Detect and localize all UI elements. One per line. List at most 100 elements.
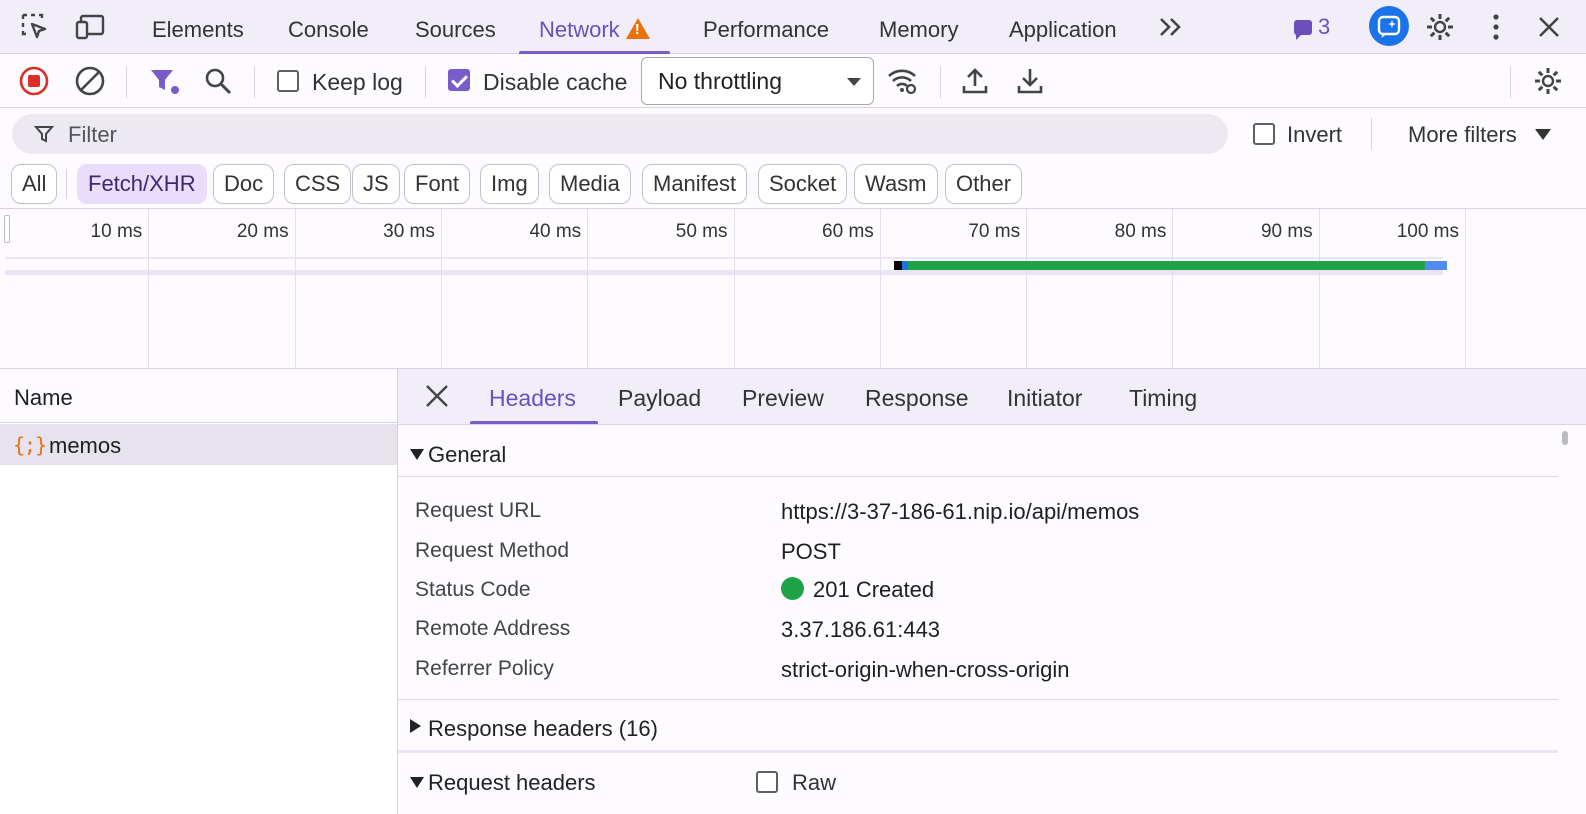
chip-manifest[interactable]: Manifest xyxy=(642,164,748,204)
search-icon[interactable] xyxy=(201,64,235,98)
resource-type-filters: All Fetch/XHR Doc CSS JS Font Img Media … xyxy=(0,161,1586,209)
timeline-tick-label: 50 ms xyxy=(675,221,728,242)
tab-network[interactable]: Network xyxy=(519,0,670,54)
export-har-icon[interactable] xyxy=(1013,64,1047,98)
request-url-value: https://3-37-186-61.nip.io/api/memos xyxy=(781,499,1140,524)
gear-icon[interactable] xyxy=(1423,10,1457,44)
raw-headers-checkbox[interactable] xyxy=(756,771,778,793)
chip-doc[interactable]: Doc xyxy=(213,164,275,204)
request-name: memos xyxy=(49,433,122,458)
remote-address-key: Remote Address xyxy=(415,617,571,640)
chevron-double-right-icon[interactable] xyxy=(1154,10,1188,44)
filter-input[interactable]: Filter xyxy=(12,114,1228,154)
chip-img[interactable]: Img xyxy=(480,164,539,204)
more-vert-icon[interactable] xyxy=(1479,10,1513,44)
tab-performance[interactable]: Performance xyxy=(703,0,829,54)
chip-fetch-xhr[interactable]: Fetch/XHR xyxy=(77,164,207,204)
tab-preview[interactable]: Preview xyxy=(742,385,824,412)
remote-address-value: 3.37.186.61:443 xyxy=(781,617,941,642)
ai-assistant-icon[interactable] xyxy=(1369,6,1409,46)
network-conditions-icon[interactable] xyxy=(886,64,920,98)
filter-funnel-icon[interactable] xyxy=(147,64,181,98)
tab-elements[interactable]: Elements xyxy=(152,0,244,54)
filter-icon xyxy=(34,126,54,143)
timeline-tick-label: 40 ms xyxy=(529,221,582,242)
invert-checkbox[interactable] xyxy=(1253,123,1275,145)
triangle-right-icon xyxy=(410,719,421,733)
timeline-gridline xyxy=(587,209,589,368)
tab-application[interactable]: Application xyxy=(1009,0,1117,54)
close-details-icon[interactable] xyxy=(424,383,450,409)
issues-counter[interactable]: 3 xyxy=(1294,14,1330,40)
general-section-header[interactable]: General xyxy=(398,429,1558,477)
request-row[interactable]: {;} memos xyxy=(0,424,397,465)
tab-initiator[interactable]: Initiator xyxy=(1007,385,1082,412)
tab-console[interactable]: Console xyxy=(288,0,369,54)
request-url-key: Request URL xyxy=(415,499,542,522)
more-filters-label: More filters xyxy=(1408,122,1517,147)
name-column-header[interactable]: Name xyxy=(0,369,397,423)
chip-font[interactable]: Font xyxy=(404,164,471,204)
detail-tab-bar: Headers Payload Preview Response Initiat… xyxy=(398,369,1586,425)
timeline-request-bar xyxy=(1425,261,1448,270)
tab-payload[interactable]: Payload xyxy=(618,385,701,412)
filter-placeholder: Filter xyxy=(68,122,117,147)
details-scrollbar[interactable] xyxy=(1562,431,1568,814)
record-stop-icon[interactable] xyxy=(17,64,51,98)
status-code-text: 201 Created xyxy=(813,577,935,602)
chip-socket[interactable]: Socket xyxy=(758,164,848,204)
network-overview-timeline[interactable]: 10 ms 20 ms 30 ms 40 ms 50 ms 60 ms 70 ms 80 ms… xyxy=(0,209,1586,369)
timeline-gridline xyxy=(1026,209,1028,368)
timeline-tick-label: 20 ms xyxy=(236,221,289,242)
request-method-key: Request Method xyxy=(415,539,570,562)
caret-down-icon xyxy=(1534,129,1551,140)
request-headers-section-header[interactable]: Request headers xyxy=(398,757,1558,805)
filter-row: Filter Invert More filters xyxy=(0,108,1586,161)
chip-js[interactable]: JS xyxy=(352,164,400,204)
network-settings-gear-icon[interactable] xyxy=(1531,64,1565,98)
chip-all[interactable]: All xyxy=(11,164,58,204)
chip-other[interactable]: Other xyxy=(945,164,1023,204)
response-headers-section-header[interactable]: Response headers (16) xyxy=(398,703,1558,751)
keep-log-checkbox[interactable] xyxy=(277,70,299,92)
tab-response[interactable]: Response xyxy=(865,385,969,412)
timeline-gridline xyxy=(148,209,150,368)
disable-cache-checkbox[interactable] xyxy=(448,69,470,91)
timeline-gridline xyxy=(879,209,881,368)
inspect-element-icon[interactable] xyxy=(18,10,52,44)
chip-wasm[interactable]: Wasm xyxy=(854,164,938,204)
issues-count: 3 xyxy=(1318,14,1331,39)
tab-sources[interactable]: Sources xyxy=(415,0,496,54)
referrer-policy-value: strict-origin-when-cross-origin xyxy=(781,657,1070,682)
timeline-request-bar xyxy=(894,261,903,270)
tab-network-label: Network xyxy=(539,17,620,42)
main-tab-bar: Elements Console Sources Network Perform… xyxy=(0,0,1586,54)
network-toolbar: Keep log Disable cache No throttling xyxy=(0,54,1586,108)
status-success-dot xyxy=(781,577,804,600)
device-toolbar-icon[interactable] xyxy=(74,10,108,44)
message-icon xyxy=(1294,19,1312,40)
request-headers-title: Request headers xyxy=(428,770,596,795)
timeline-tick-label: 10 ms xyxy=(90,221,143,242)
chip-media[interactable]: Media xyxy=(549,164,631,204)
close-devtools-icon[interactable] xyxy=(1532,10,1566,44)
timeline-tick-label: 60 ms xyxy=(822,221,874,242)
tab-memory[interactable]: Memory xyxy=(879,0,958,54)
referrer-policy-key: Referrer Policy xyxy=(415,657,554,680)
more-filters-button[interactable]: More filters xyxy=(1408,122,1551,148)
request-details: Headers Payload Preview Response Initiat… xyxy=(398,369,1586,814)
timeline-gridline xyxy=(294,209,296,368)
tab-timing[interactable]: Timing xyxy=(1129,385,1197,412)
timeline-gridline xyxy=(1465,209,1466,368)
triangle-down-icon xyxy=(410,449,424,460)
tab-headers[interactable]: Headers xyxy=(489,385,576,412)
timeline-request-bar xyxy=(908,261,1426,270)
import-har-icon[interactable] xyxy=(958,64,992,98)
timeline-tick-label: 80 ms xyxy=(1114,221,1167,242)
clear-icon[interactable] xyxy=(73,64,107,98)
throttling-select[interactable]: No throttling xyxy=(641,57,874,105)
timeline-gridline xyxy=(733,209,735,368)
general-title: General xyxy=(428,442,507,467)
overview-left-handle[interactable] xyxy=(4,215,10,243)
chip-css[interactable]: CSS xyxy=(284,164,352,204)
